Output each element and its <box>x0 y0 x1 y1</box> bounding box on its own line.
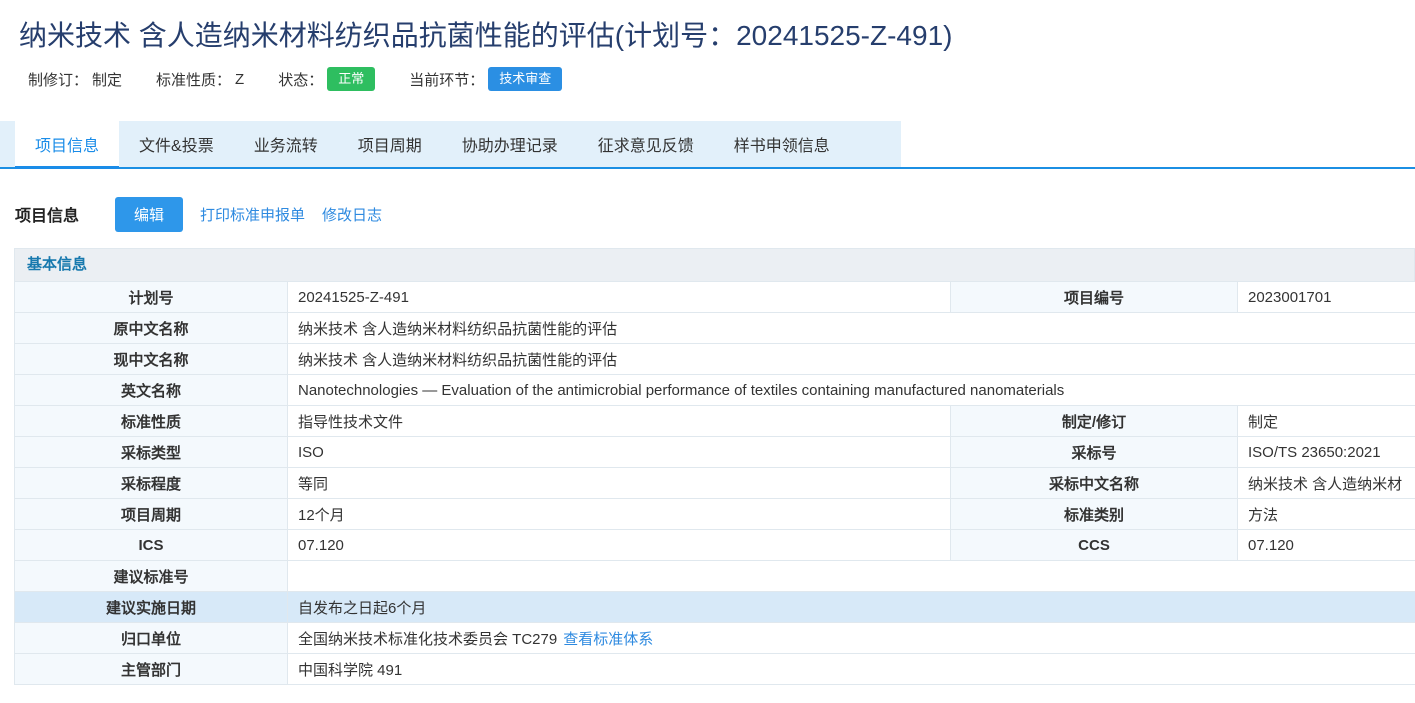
view-standard-system-link[interactable]: 查看标准体系 <box>563 631 653 648</box>
meta-item-nature: 标准性质： Z <box>156 69 244 90</box>
meta-label-nature: 标准性质： <box>156 69 231 90</box>
field-label: ICS <box>15 530 288 561</box>
field-label: 采标程度 <box>15 468 288 499</box>
tab-files-voting[interactable]: 文件&投票 <box>119 121 234 167</box>
table-row: 采标类型 ISO 采标号 ISO/TS 23650:2021 <box>15 437 1415 468</box>
field-value: 自发布之日起6个月 <box>288 592 1415 623</box>
table-row: 计划号 20241525-Z-491 项目编号 2023001701 <box>15 282 1415 313</box>
field-value: 20241525-Z-491 <box>288 282 951 313</box>
meta-row: 制修订： 制定 标准性质： Z 状态： 正常 当前环节： 技术审查 <box>28 68 1415 90</box>
field-label: 标准类别 <box>951 499 1238 530</box>
tabs-strip: 项目信息 文件&投票 业务流转 项目周期 协助办理记录 征求意见反馈 样书申领信… <box>0 121 901 167</box>
field-label: 英文名称 <box>15 375 288 406</box>
field-label: CCS <box>951 530 1238 561</box>
field-value: 2023001701 <box>1238 282 1415 313</box>
table-row: 标准性质 指导性技术文件 制定/修订 制定 <box>15 406 1415 437</box>
field-label: 标准性质 <box>15 406 288 437</box>
table-row: 建议标准号 <box>15 561 1415 592</box>
table-row: 英文名称 Nanotechnologies — Evaluation of th… <box>15 375 1415 406</box>
meta-item-stage: 当前环节： 技术审查 <box>409 67 562 91</box>
table-row: 采标程度 等同 采标中文名称 纳米技术 含人造纳米材 <box>15 468 1415 499</box>
tab-project-cycle[interactable]: 项目周期 <box>338 121 442 167</box>
status-badge: 正常 <box>327 67 375 91</box>
table-row: 项目周期 12个月 标准类别 方法 <box>15 499 1415 530</box>
table-row-highlighted: 建议实施日期 自发布之日起6个月 <box>15 592 1415 623</box>
field-value: 指导性技术文件 <box>288 406 951 437</box>
field-label: 原中文名称 <box>15 313 288 344</box>
field-label: 制定/修订 <box>951 406 1238 437</box>
tab-sample-request[interactable]: 样书申领信息 <box>714 121 850 167</box>
field-value: 纳米技术 含人造纳米材料纺织品抗菌性能的评估 <box>288 313 1415 344</box>
meta-item-status: 状态： 正常 <box>278 67 375 91</box>
meta-label-stage: 当前环节： <box>409 69 484 90</box>
field-label: 项目编号 <box>951 282 1238 313</box>
tab-assist-records[interactable]: 协助办理记录 <box>442 121 578 167</box>
field-value-with-link: 全国纳米技术标准化技术委员会 TC279 查看标准体系 <box>288 623 1415 654</box>
tab-project-info[interactable]: 项目信息 <box>15 121 119 167</box>
field-value: 中国科学院 491 <box>288 654 1415 685</box>
basic-info-panel: 基本信息 计划号 20241525-Z-491 项目编号 2023001701 … <box>14 248 1415 685</box>
field-value: 制定 <box>1238 406 1415 437</box>
meta-item-revision: 制修订： 制定 <box>28 69 122 90</box>
meta-label-status: 状态： <box>278 69 323 90</box>
tab-bar: 项目信息 文件&投票 业务流转 项目周期 协助办理记录 征求意见反馈 样书申领信… <box>0 121 1415 169</box>
edit-button[interactable]: 编辑 <box>115 197 183 232</box>
field-label: 采标类型 <box>15 437 288 468</box>
meta-value-nature: Z <box>235 71 244 88</box>
toolbar-section-title: 项目信息 <box>15 202 79 226</box>
table-row: 原中文名称 纳米技术 含人造纳米材料纺织品抗菌性能的评估 <box>15 313 1415 344</box>
tab-comment-feedback[interactable]: 征求意见反馈 <box>578 121 714 167</box>
field-label: 项目周期 <box>15 499 288 530</box>
field-value: 等同 <box>288 468 951 499</box>
field-label: 计划号 <box>15 282 288 313</box>
page-title: 纳米技术 含人造纳米材料纺织品抗菌性能的评估(计划号：20241525-Z-49… <box>19 16 1415 56</box>
tab-business-flow[interactable]: 业务流转 <box>234 121 338 167</box>
field-value: 方法 <box>1238 499 1415 530</box>
basic-info-table: 计划号 20241525-Z-491 项目编号 2023001701 原中文名称… <box>14 281 1415 685</box>
table-row: 归口单位 全国纳米技术标准化技术委员会 TC279 查看标准体系 <box>15 623 1415 654</box>
field-value <box>288 561 1415 592</box>
meta-value-revision: 制定 <box>92 69 122 90</box>
field-label: 采标中文名称 <box>951 468 1238 499</box>
field-value: 纳米技术 含人造纳米材 <box>1238 468 1415 499</box>
field-value: 07.120 <box>288 530 951 561</box>
field-label: 建议实施日期 <box>15 592 288 623</box>
field-label: 采标号 <box>951 437 1238 468</box>
field-label: 建议标准号 <box>15 561 288 592</box>
stage-badge: 技术审查 <box>488 67 562 91</box>
changelog-link[interactable]: 修改日志 <box>322 204 382 225</box>
field-value: Nanotechnologies — Evaluation of the ant… <box>288 375 1415 406</box>
field-value: ISO <box>288 437 951 468</box>
field-value: 全国纳米技术标准化技术委员会 TC279 <box>298 631 557 648</box>
field-value: 07.120 <box>1238 530 1415 561</box>
table-row: ICS 07.120 CCS 07.120 <box>15 530 1415 561</box>
table-row: 主管部门 中国科学院 491 <box>15 654 1415 685</box>
field-value: ISO/TS 23650:2021 <box>1238 437 1415 468</box>
field-label: 现中文名称 <box>15 344 288 375</box>
print-declaration-link[interactable]: 打印标准申报单 <box>200 204 305 225</box>
field-label: 归口单位 <box>15 623 288 654</box>
toolbar: 项目信息 编辑 打印标准申报单 修改日志 <box>15 198 1415 230</box>
meta-label-revision: 制修订： <box>28 69 88 90</box>
field-value: 12个月 <box>288 499 951 530</box>
field-label: 主管部门 <box>15 654 288 685</box>
table-row: 现中文名称 纳米技术 含人造纳米材料纺织品抗菌性能的评估 <box>15 344 1415 375</box>
section-title: 基本信息 <box>14 248 1415 281</box>
field-value: 纳米技术 含人造纳米材料纺织品抗菌性能的评估 <box>288 344 1415 375</box>
